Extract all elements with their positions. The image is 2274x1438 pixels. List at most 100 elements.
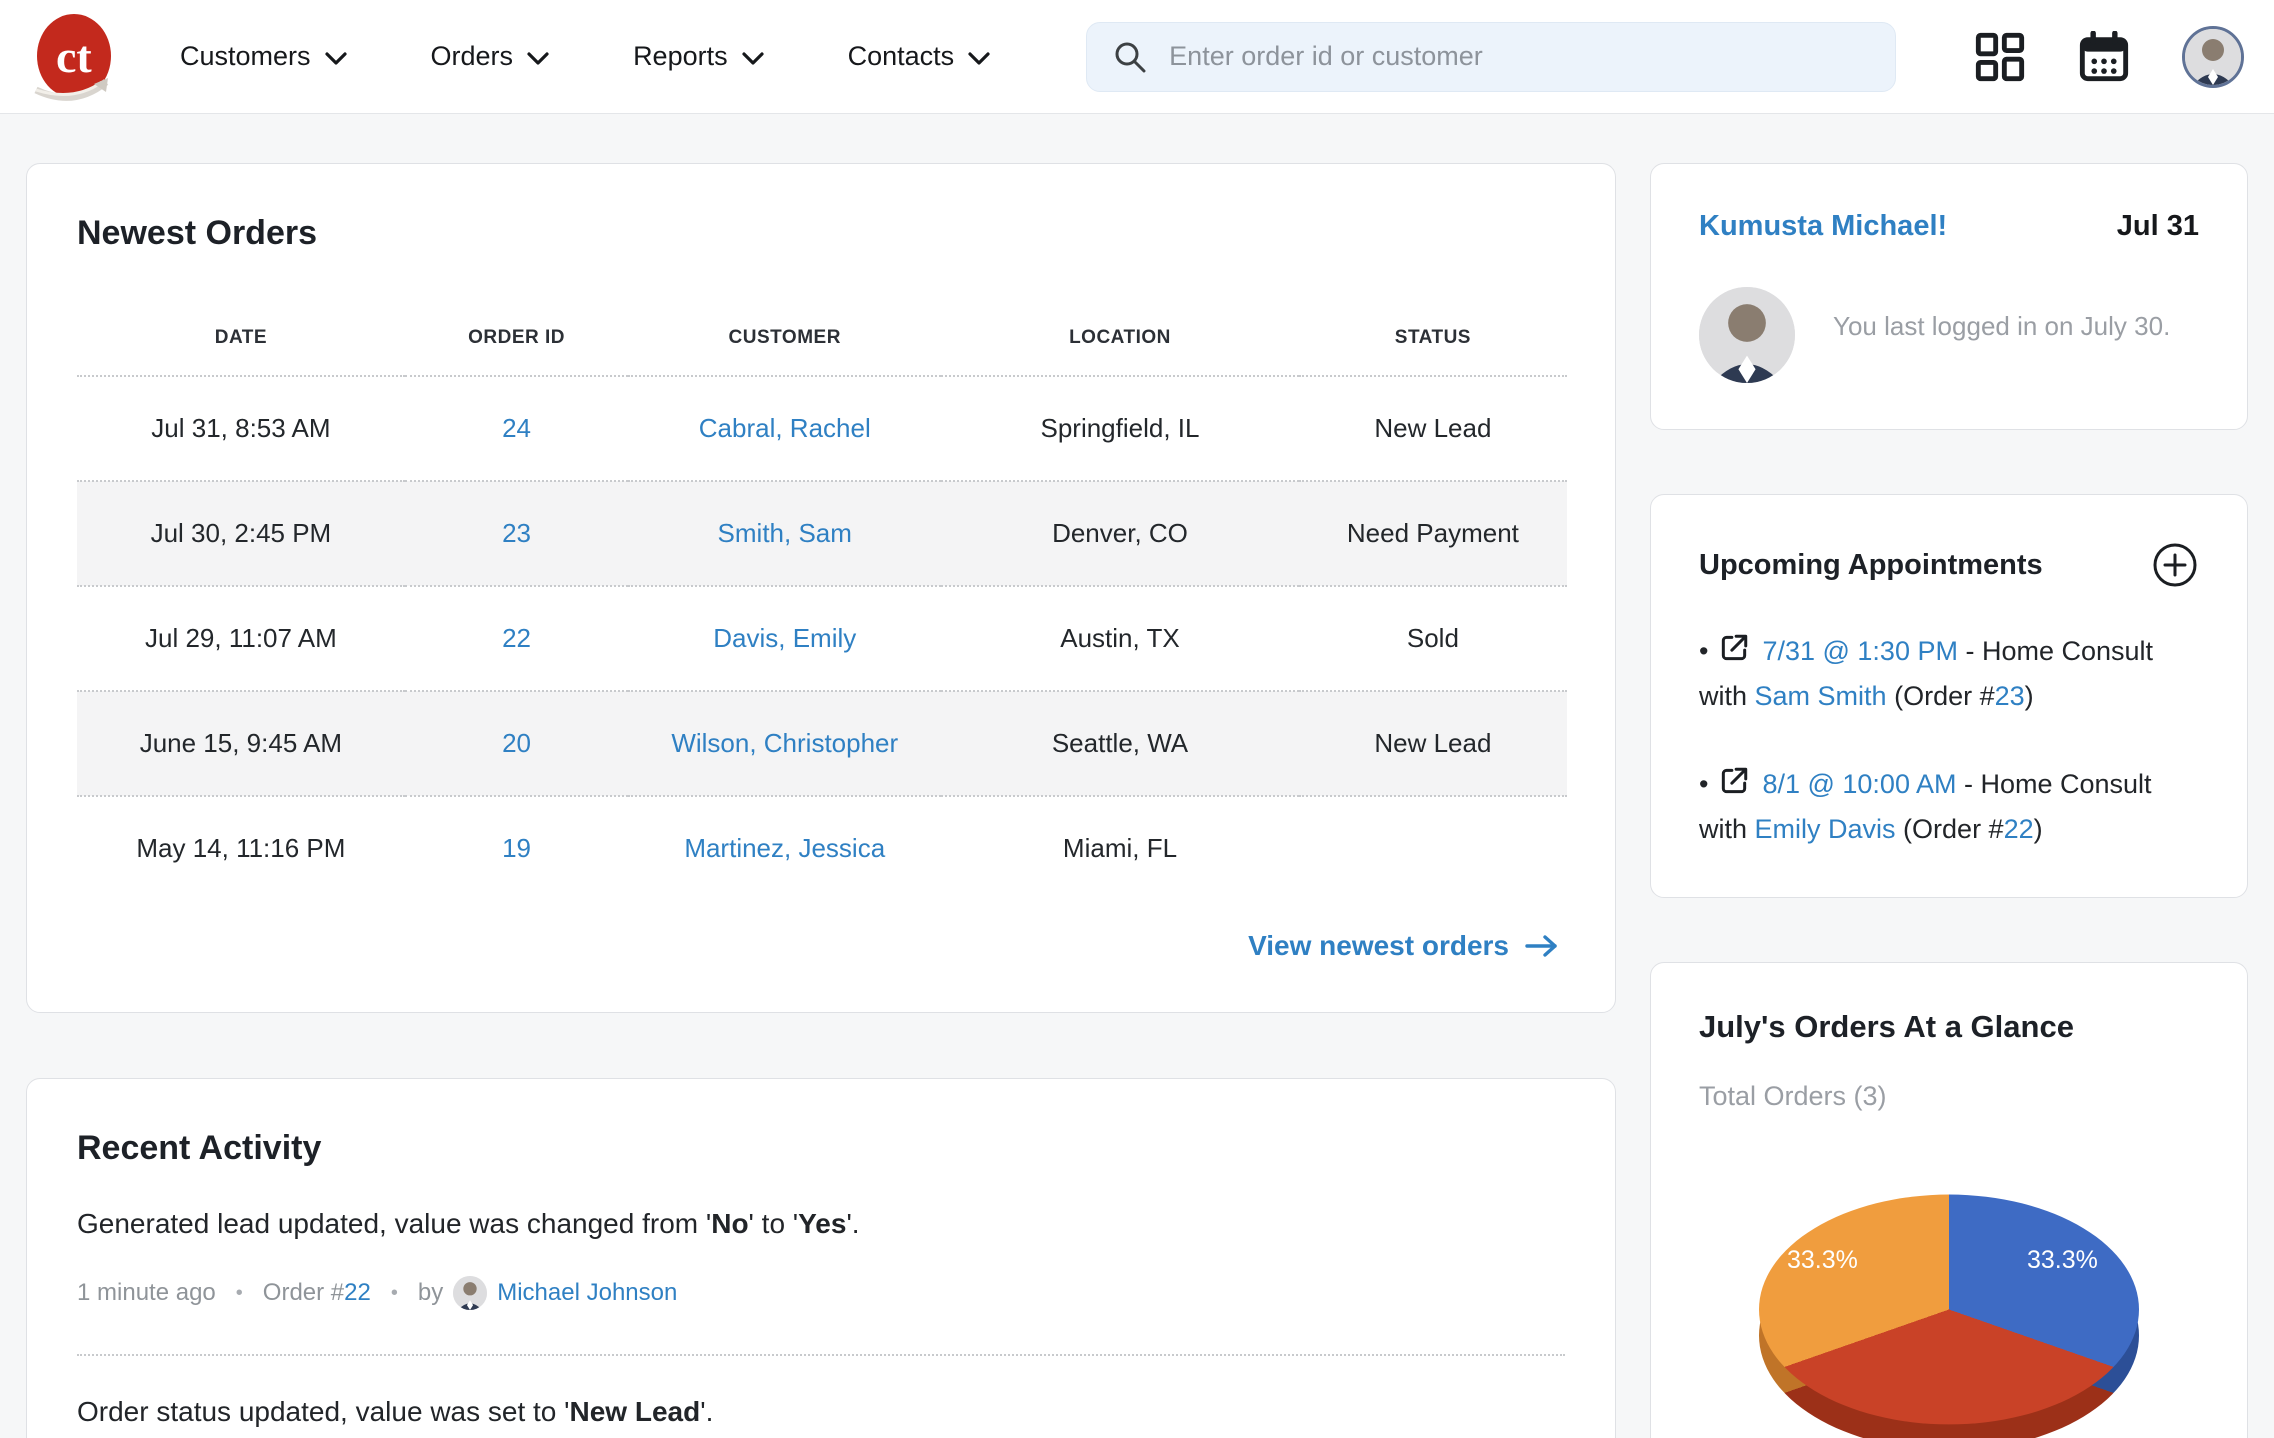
order-label: Order # bbox=[263, 1279, 344, 1306]
status-cell: New Lead bbox=[1299, 376, 1567, 481]
order-id-cell: 23 bbox=[405, 481, 629, 586]
customer-cell: Smith, Sam bbox=[628, 481, 941, 586]
user-link[interactable]: Michael Johnson bbox=[497, 1279, 677, 1307]
chevron-down-icon bbox=[742, 52, 764, 66]
order-id-link[interactable]: 19 bbox=[502, 833, 531, 863]
order-id-link[interactable]: 22 bbox=[502, 623, 531, 653]
appointment-customer-link[interactable]: Sam Smith bbox=[1755, 681, 1887, 711]
suffix-text: ) bbox=[2034, 814, 2043, 844]
appointment-order-link[interactable]: 23 bbox=[1995, 681, 2025, 711]
order-date-cell: Jul 30, 2:45 PM bbox=[77, 481, 405, 586]
nav-customers-label: Customers bbox=[180, 41, 311, 72]
location-cell: Miami, FL bbox=[941, 796, 1299, 900]
newest-orders-title: Newest Orders bbox=[77, 214, 1565, 253]
table-row: June 15, 9:45 AM20Wilson, ChristopherSea… bbox=[77, 691, 1567, 796]
activity-meta: 1 minute ago•Order #22•byMichael Johnson bbox=[77, 1276, 1565, 1310]
order-prefix: (Order # bbox=[1896, 814, 2004, 844]
search-input[interactable] bbox=[1169, 41, 1869, 72]
nav-orders[interactable]: Orders bbox=[431, 41, 550, 72]
customer-link[interactable]: Martinez, Jessica bbox=[684, 833, 885, 863]
customer-link[interactable]: Cabral, Rachel bbox=[699, 413, 871, 443]
add-appointment-button[interactable] bbox=[2151, 541, 2199, 589]
external-link-icon bbox=[1718, 769, 1762, 799]
header-actions bbox=[1974, 26, 2244, 88]
col-header-location: LOCATION bbox=[941, 309, 1299, 376]
dash-text: - bbox=[1956, 769, 1980, 799]
nav-contacts-label: Contacts bbox=[848, 41, 955, 72]
customer-link[interactable]: Davis, Emily bbox=[713, 623, 856, 653]
suffix-text: ) bbox=[2025, 681, 2034, 711]
sidebar-column: Kumusta Michael! Jul 31 You last logged … bbox=[1650, 163, 2248, 1438]
greeting-avatar bbox=[1699, 287, 1795, 383]
order-id-cell: 22 bbox=[405, 586, 629, 691]
calendar-icon[interactable] bbox=[2078, 31, 2130, 83]
recent-activity-card: Recent Activity Generated lead updated, … bbox=[26, 1078, 1616, 1438]
appointment-order-link[interactable]: 22 bbox=[2004, 814, 2034, 844]
table-row: May 14, 11:16 PM19Martinez, JessicaMiami… bbox=[77, 796, 1567, 900]
dashboard-icon[interactable] bbox=[1974, 31, 2026, 83]
bullet-point: • bbox=[1699, 636, 1708, 666]
dot-separator: • bbox=[387, 1282, 402, 1305]
customer-cell: Davis, Emily bbox=[628, 586, 941, 691]
svg-text:ct: ct bbox=[56, 31, 92, 82]
orders-pie-chart: 33.3% 33.3% bbox=[1759, 1148, 2139, 1438]
global-search[interactable] bbox=[1086, 22, 1896, 92]
customer-link[interactable]: Wilson, Christopher bbox=[671, 728, 898, 758]
order-id-cell: 24 bbox=[405, 376, 629, 481]
appointment-time-link[interactable]: 7/31 @ 1:30 PM bbox=[1762, 636, 1958, 666]
newest-orders-table: DATE ORDER ID CUSTOMER LOCATION STATUS J… bbox=[77, 309, 1567, 900]
col-header-customer: CUSTOMER bbox=[628, 309, 941, 376]
top-navbar: ct Customers Orders Reports Contacts bbox=[0, 0, 2274, 114]
by-label: by bbox=[418, 1279, 443, 1307]
activity-message: Generated lead updated, value was change… bbox=[77, 1208, 1565, 1240]
table-row: Jul 30, 2:45 PM 23 Smith, Sam Denver, CONee… bbox=[77, 481, 1567, 586]
appointments-title: Upcoming Appointments bbox=[1699, 549, 2043, 582]
activity-list: Generated lead updated, value was change… bbox=[77, 1168, 1565, 1438]
order-id-link[interactable]: 23 bbox=[502, 518, 531, 548]
pie-label-orange: 33.3% bbox=[1787, 1246, 1858, 1275]
activity-time: 1 minute ago bbox=[77, 1279, 216, 1307]
nav-orders-label: Orders bbox=[431, 41, 514, 72]
search-icon bbox=[1113, 40, 1147, 74]
nav-reports[interactable]: Reports bbox=[633, 41, 764, 72]
nav-customers[interactable]: Customers bbox=[180, 41, 347, 72]
avatar-image bbox=[2185, 29, 2241, 85]
chevron-down-icon bbox=[325, 52, 347, 66]
status-cell bbox=[1299, 796, 1567, 900]
view-newest-orders-link[interactable]: View newest orders bbox=[1248, 930, 1559, 962]
status-cell: Need Payment bbox=[1299, 481, 1567, 586]
activity-item: Generated lead updated, value was change… bbox=[77, 1168, 1565, 1354]
last-login-note: You last logged in on July 30. bbox=[1833, 311, 2170, 342]
order-id-link[interactable]: 20 bbox=[502, 728, 531, 758]
main-column: Newest Orders DATE ORDER ID CUSTOMER LOC… bbox=[26, 163, 1616, 1438]
location-cell: Denver, CO bbox=[941, 481, 1299, 586]
pie-label-blue: 33.3% bbox=[2027, 1246, 2098, 1275]
company-logo[interactable]: ct bbox=[30, 12, 116, 108]
avatar bbox=[453, 1276, 487, 1310]
location-cell: Springfield, IL bbox=[941, 376, 1299, 481]
greeting-card: Kumusta Michael! Jul 31 You last logged … bbox=[1650, 163, 2248, 430]
orders-glance-card: July's Orders At a Glance Total Orders (… bbox=[1650, 962, 2248, 1438]
activity-order-ref: Order #22 bbox=[263, 1279, 371, 1307]
appointment-customer-link[interactable]: Emily Davis bbox=[1755, 814, 1896, 844]
table-header-row: DATE ORDER ID CUSTOMER LOCATION STATUS bbox=[77, 309, 1567, 376]
bullet-point: • bbox=[1699, 769, 1708, 799]
newest-orders-card: Newest Orders DATE ORDER ID CUSTOMER LOC… bbox=[26, 163, 1616, 1013]
appointment-time-link[interactable]: 8/1 @ 10:00 AM bbox=[1762, 769, 1956, 799]
total-orders-subtitle: Total Orders (3) bbox=[1699, 1081, 2199, 1112]
recent-activity-title: Recent Activity bbox=[77, 1129, 1565, 1168]
order-prefix: (Order # bbox=[1887, 681, 1995, 711]
customer-cell: Martinez, Jessica bbox=[628, 796, 941, 900]
order-id-link[interactable]: 24 bbox=[502, 413, 531, 443]
user-avatar[interactable] bbox=[2182, 26, 2244, 88]
greeting-date: Jul 31 bbox=[2117, 210, 2199, 243]
upcoming-appointments-card: Upcoming Appointments •7/31 @ 1:30 PM - … bbox=[1650, 494, 2248, 898]
table-row: Jul 29, 11:07 AM22Davis, EmilyAustin, TX… bbox=[77, 586, 1567, 691]
status-cell: New Lead bbox=[1299, 691, 1567, 796]
dashboard-content: Newest Orders DATE ORDER ID CUSTOMER LOC… bbox=[0, 114, 2274, 1438]
order-id-link[interactable]: 22 bbox=[344, 1279, 371, 1306]
nav-contacts[interactable]: Contacts bbox=[848, 41, 991, 72]
table-row: Jul 31, 8:53 AM24Cabral, RachelSpringfie… bbox=[77, 376, 1567, 481]
main-nav: Customers Orders Reports Contacts bbox=[180, 41, 990, 72]
customer-link[interactable]: Smith, Sam bbox=[718, 518, 852, 548]
